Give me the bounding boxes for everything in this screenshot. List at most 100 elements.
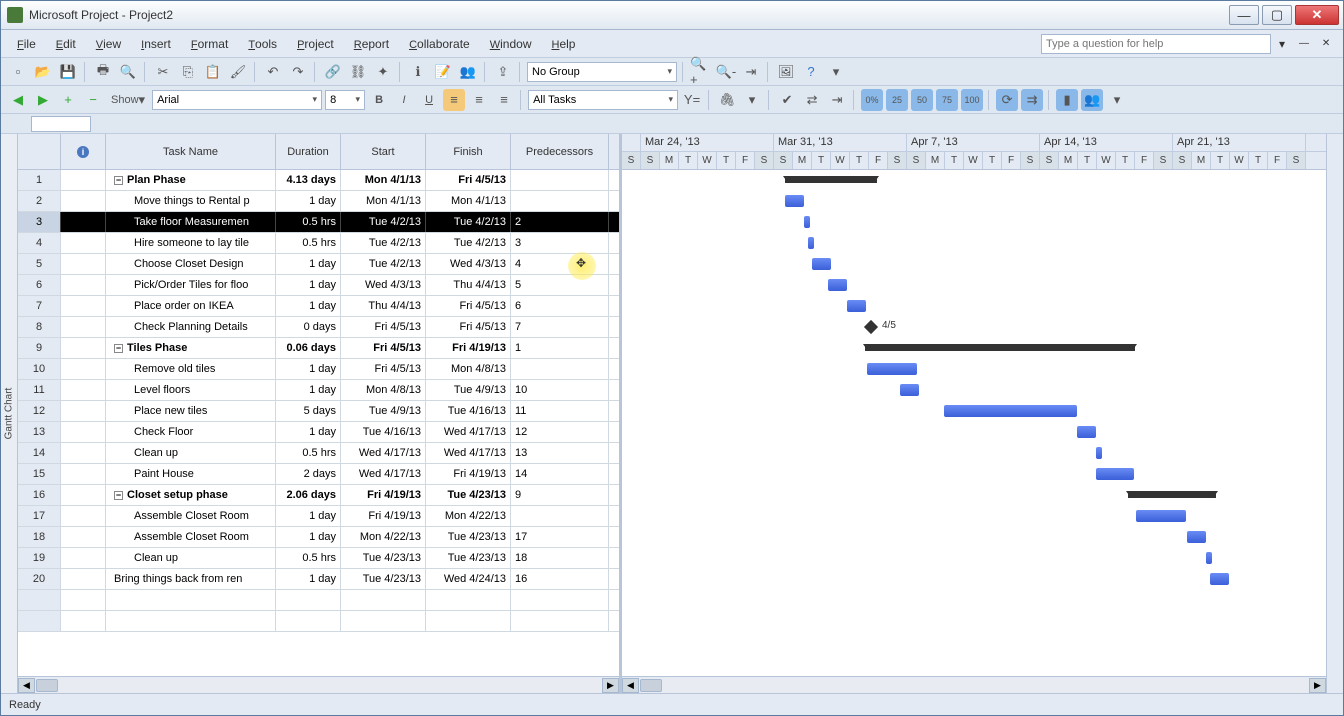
duration-header[interactable]: Duration — [276, 134, 341, 169]
split-task-icon[interactable]: ✦ — [372, 61, 394, 83]
gantt-row[interactable] — [622, 569, 1326, 590]
duration-cell[interactable]: 1 day — [276, 296, 341, 316]
print-preview-icon[interactable]: 🔍 — [117, 61, 139, 83]
day-header[interactable]: W — [698, 152, 717, 169]
maximize-button[interactable]: ▢ — [1262, 5, 1292, 25]
table-row[interactable]: 18Assemble Closet Room1 dayMon 4/22/13Tu… — [18, 527, 619, 548]
finish-cell[interactable]: Fri 4/19/13 — [426, 464, 511, 484]
copy-picture-icon[interactable]: 🖼 — [775, 61, 797, 83]
day-header[interactable]: S — [1287, 152, 1306, 169]
indicator-cell[interactable] — [61, 422, 106, 442]
task-name-cell[interactable]: Level floors — [106, 380, 276, 400]
assign-resources-icon[interactable]: 👥 — [457, 61, 479, 83]
day-header[interactable]: S — [1173, 152, 1192, 169]
scroll-right-icon[interactable]: ▶ — [602, 678, 619, 693]
collab-toolbar-icon[interactable]: 👥 — [1081, 89, 1103, 111]
week-header[interactable]: Mar 24, '13 — [641, 134, 774, 151]
align-left-icon[interactable]: ≡ — [443, 89, 465, 111]
milestone-icon[interactable] — [864, 320, 878, 334]
day-header[interactable]: F — [869, 152, 888, 169]
indicator-header[interactable]: i — [61, 134, 106, 169]
task-bar[interactable] — [828, 279, 847, 291]
help-search-input[interactable] — [1041, 34, 1271, 54]
day-header[interactable]: T — [679, 152, 698, 169]
indicator-cell[interactable] — [61, 443, 106, 463]
task-name-cell[interactable]: −Plan Phase — [106, 170, 276, 190]
row-number[interactable]: 1 — [18, 170, 61, 190]
align-center-icon[interactable]: ≡ — [468, 89, 490, 111]
summary-bar[interactable] — [785, 176, 877, 183]
row-number[interactable]: 12 — [18, 401, 61, 421]
start-cell[interactable]: Fri 4/19/13 — [341, 506, 426, 526]
row-number[interactable]: 9 — [18, 338, 61, 358]
day-header[interactable]: F — [1002, 152, 1021, 169]
predecessors-cell[interactable]: 1 — [511, 338, 609, 358]
row-number[interactable]: 3 — [18, 212, 61, 232]
day-header[interactable]: T — [1078, 152, 1097, 169]
table-row[interactable]: 19Clean up0.5 hrsTue 4/23/13Tue 4/23/131… — [18, 548, 619, 569]
start-cell[interactable]: Fri 4/5/13 — [341, 338, 426, 358]
copy-icon[interactable]: ⎘ — [177, 61, 199, 83]
gantt-row[interactable] — [622, 401, 1326, 422]
toolbar-options3-icon[interactable]: ▾ — [1106, 89, 1128, 111]
task-notes-icon[interactable]: 📝 — [432, 61, 454, 83]
duration-cell[interactable]: 5 days — [276, 401, 341, 421]
finish-cell[interactable]: Fri 4/5/13 — [426, 296, 511, 316]
predecessors-cell[interactable] — [511, 506, 609, 526]
open-icon[interactable]: 📂 — [32, 61, 54, 83]
menu-format[interactable]: Format — [181, 33, 238, 55]
task-name-cell[interactable]: Hire someone to lay tile — [106, 233, 276, 253]
gantt-row[interactable] — [622, 170, 1326, 191]
minimize-button[interactable]: — — [1229, 5, 1259, 25]
day-header[interactable]: S — [1040, 152, 1059, 169]
indicator-cell[interactable] — [61, 380, 106, 400]
pct-25-icon[interactable]: 25 — [886, 89, 908, 111]
gantt-row[interactable] — [622, 548, 1326, 569]
start-cell[interactable]: Wed 4/17/13 — [341, 464, 426, 484]
row-number[interactable]: 8 — [18, 317, 61, 337]
start-cell[interactable]: Tue 4/23/13 — [341, 569, 426, 589]
predecessors-cell[interactable]: 5 — [511, 275, 609, 295]
duration-cell[interactable]: 0.5 hrs — [276, 233, 341, 253]
menu-collaborate[interactable]: Collaborate — [399, 33, 480, 55]
finish-cell[interactable]: Tue 4/23/13 — [426, 548, 511, 568]
reschedule-icon[interactable]: ⇉ — [1021, 89, 1043, 111]
menu-file[interactable]: File — [7, 33, 46, 55]
day-header[interactable]: S — [1021, 152, 1040, 169]
finish-cell[interactable]: Fri 4/5/13 — [426, 170, 511, 190]
task-bar[interactable] — [1077, 426, 1096, 438]
unlink-icon[interactable]: ⛓ — [347, 61, 369, 83]
day-header[interactable]: M — [660, 152, 679, 169]
menu-help[interactable]: Help — [541, 33, 585, 55]
task-name-cell[interactable]: Choose Closet Design — [106, 254, 276, 274]
start-cell[interactable]: Tue 4/2/13 — [341, 254, 426, 274]
vertical-scrollbar[interactable] — [1326, 134, 1343, 693]
day-header[interactable]: F — [1135, 152, 1154, 169]
save-icon[interactable]: 💾 — [57, 61, 79, 83]
finish-cell[interactable]: Mon 4/1/13 — [426, 191, 511, 211]
duration-cell[interactable]: 1 day — [276, 422, 341, 442]
day-header[interactable]: T — [945, 152, 964, 169]
start-cell[interactable]: Mon 4/1/13 — [341, 170, 426, 190]
help-dropdown-icon[interactable]: ▾ — [1271, 33, 1293, 55]
indent-task-icon[interactable]: ⇥ — [826, 89, 848, 111]
align-right-icon[interactable]: ≡ — [493, 89, 515, 111]
predecessors-cell[interactable]: 13 — [511, 443, 609, 463]
task-info-icon[interactable]: ℹ — [407, 61, 429, 83]
bold-icon[interactable]: B — [368, 89, 390, 111]
task-bar[interactable] — [1187, 531, 1206, 543]
table-row[interactable]: 13Check Floor1 dayTue 4/16/13Wed 4/17/13… — [18, 422, 619, 443]
row-number[interactable]: 6 — [18, 275, 61, 295]
table-row[interactable]: 3Take floor Measuremen0.5 hrsTue 4/2/13T… — [18, 212, 619, 233]
task-bar[interactable] — [1136, 510, 1186, 522]
duration-cell[interactable]: 1 day — [276, 506, 341, 526]
menu-view[interactable]: View — [86, 33, 131, 55]
indicator-cell[interactable] — [61, 464, 106, 484]
gantt-row[interactable]: 4/5 — [622, 317, 1326, 338]
gantt-row[interactable] — [622, 464, 1326, 485]
menu-edit[interactable]: Edit — [46, 33, 86, 55]
day-header[interactable]: W — [1230, 152, 1249, 169]
predecessors-cell[interactable] — [511, 170, 609, 190]
row-number[interactable]: 20 — [18, 569, 61, 589]
gantt-wizard-icon[interactable]: 🖇 — [716, 89, 738, 111]
